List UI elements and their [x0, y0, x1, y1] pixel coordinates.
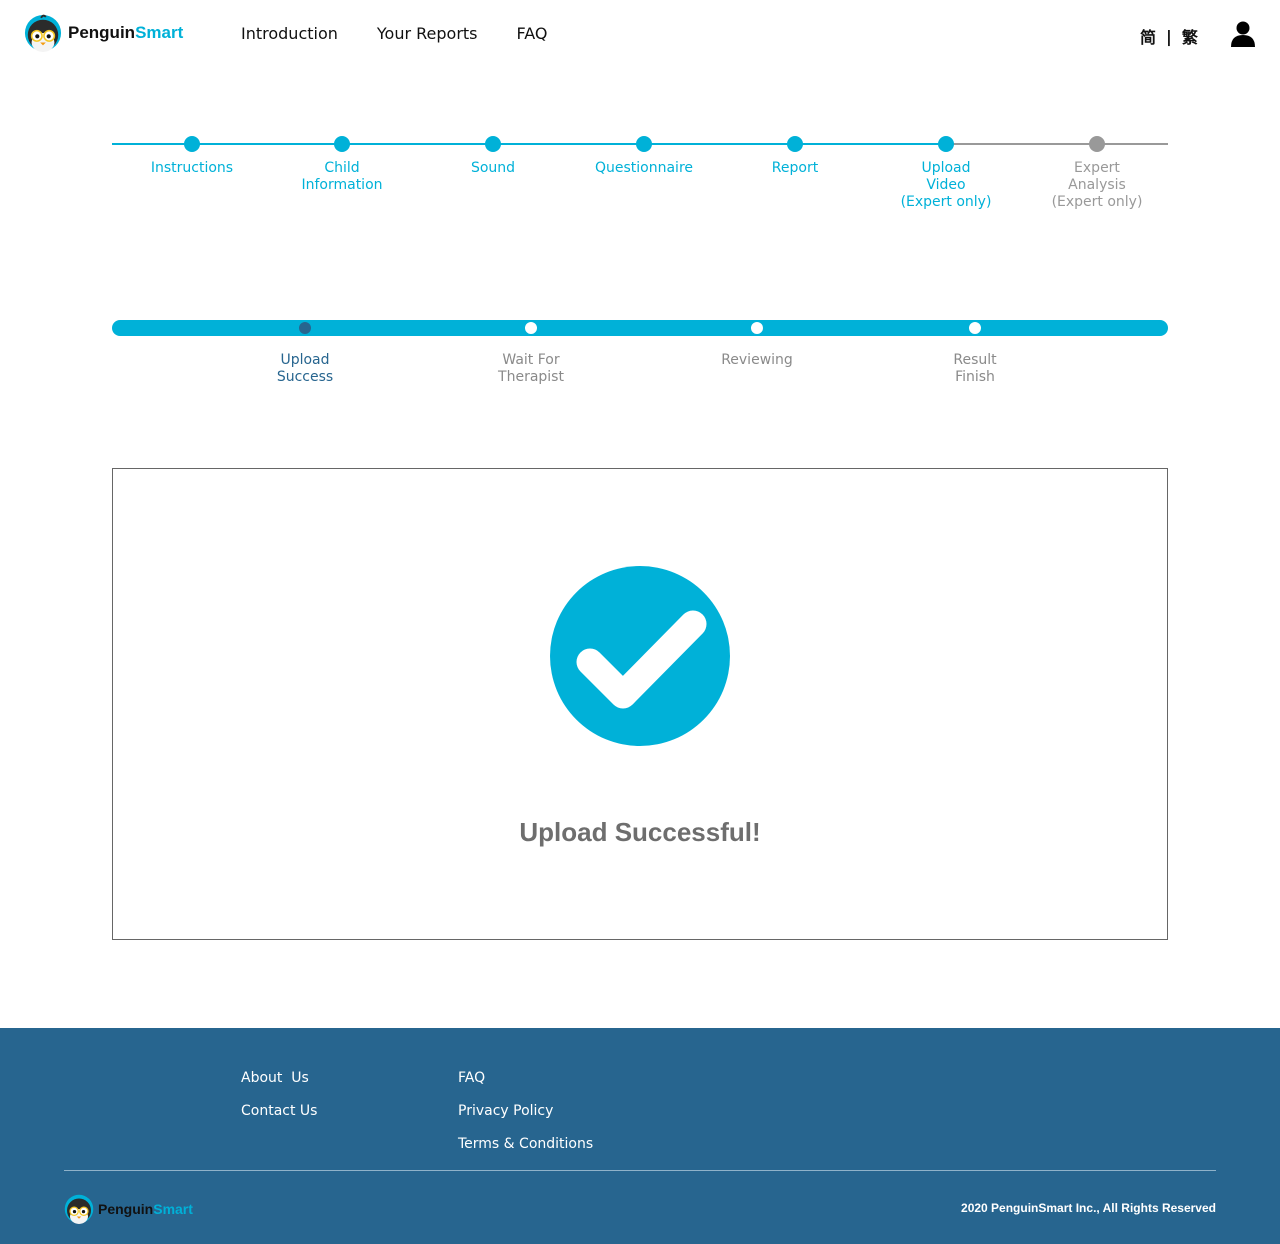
- progress-label: Reviewing: [721, 352, 793, 368]
- lang-separator: |: [1166, 26, 1172, 46]
- brand-logo[interactable]: PenguinSmart: [24, 14, 183, 52]
- user-icon[interactable]: [1229, 20, 1257, 48]
- footer-divider: [64, 1170, 1216, 1171]
- step-label: Instructions: [150, 160, 234, 176]
- step-tracker: Instructions Child Information Sound Que…: [112, 130, 1168, 230]
- step-dot: [636, 136, 652, 152]
- footer-link-contact-us[interactable]: Contact Us: [241, 1095, 317, 1128]
- progress-label: Upload Success: [276, 352, 334, 385]
- step-sound: Sound: [423, 136, 563, 177]
- penguin-logo-icon: [64, 1194, 94, 1224]
- language-switcher: 简 | 繁: [1140, 24, 1198, 48]
- footer-link-privacy-policy[interactable]: Privacy Policy: [458, 1095, 593, 1128]
- footer-brand-name: PenguinSmart: [98, 1201, 193, 1217]
- progress-step-upload-success: Upload Success: [225, 320, 385, 386]
- step-dot: [1089, 136, 1105, 152]
- progress-step-result-finish: Result Finish: [895, 320, 1055, 386]
- lang-traditional[interactable]: 繁: [1182, 24, 1198, 48]
- step-upload-video: Upload Video (Expert only): [876, 136, 1016, 211]
- step-dot: [938, 136, 954, 152]
- footer-brand-logo[interactable]: PenguinSmart: [64, 1194, 193, 1224]
- progress-step-reviewing: Reviewing: [677, 320, 837, 369]
- progress-dot: [749, 320, 765, 336]
- footer-link-terms-conditions[interactable]: Terms & Conditions: [458, 1128, 593, 1161]
- step-child-information: Child Information: [272, 136, 412, 194]
- upload-success-message: Upload Successful!: [519, 817, 761, 847]
- footer-col-company: About Us Contact Us: [241, 1062, 317, 1128]
- step-instructions: Instructions: [122, 136, 262, 177]
- step-label: Sound: [470, 160, 516, 176]
- step-dot: [334, 136, 350, 152]
- progress-label: Result Finish: [953, 352, 997, 385]
- upload-result-panel: Upload Successful!: [112, 468, 1168, 940]
- header: PenguinSmart Introduction Your Reports F…: [0, 0, 1280, 70]
- progress-step-wait-for-therapist: Wait For Therapist: [451, 320, 611, 386]
- footer-link-about-us[interactable]: About Us: [241, 1062, 317, 1095]
- footer-col-info: FAQ Privacy Policy Terms & Conditions: [458, 1062, 593, 1161]
- nav-introduction[interactable]: Introduction: [241, 24, 338, 43]
- step-label: Child Information: [301, 160, 383, 193]
- penguin-logo-icon: [24, 14, 62, 52]
- step-expert-analysis: Expert Analysis (Expert only): [1027, 136, 1167, 211]
- step-dot: [184, 136, 200, 152]
- step-label: Upload Video (Expert only): [900, 160, 992, 210]
- progress-dot: [523, 320, 539, 336]
- copyright-text: 2020 PenguinSmart Inc., All Rights Reser…: [961, 1201, 1216, 1215]
- step-label: Report: [771, 160, 819, 176]
- step-dot: [485, 136, 501, 152]
- progress-dot: [967, 320, 983, 336]
- step-questionnaire: Questionnaire: [574, 136, 714, 177]
- footer-link-faq[interactable]: FAQ: [458, 1062, 593, 1095]
- main-nav: Introduction Your Reports FAQ: [241, 24, 587, 43]
- progress-label: Wait For Therapist: [498, 352, 564, 385]
- nav-your-reports[interactable]: Your Reports: [377, 24, 478, 43]
- check-circle-icon: [550, 566, 730, 746]
- progress-dot: [297, 320, 313, 336]
- step-label: Questionnaire: [594, 160, 694, 176]
- nav-faq[interactable]: FAQ: [517, 24, 548, 43]
- lang-simplified[interactable]: 简: [1140, 24, 1156, 48]
- step-report: Report: [725, 136, 865, 177]
- brand-name: PenguinSmart: [68, 23, 184, 42]
- step-label: Expert Analysis (Expert only): [1051, 160, 1143, 210]
- footer: About Us Contact Us FAQ Privacy Policy T…: [0, 1028, 1280, 1244]
- step-dot: [787, 136, 803, 152]
